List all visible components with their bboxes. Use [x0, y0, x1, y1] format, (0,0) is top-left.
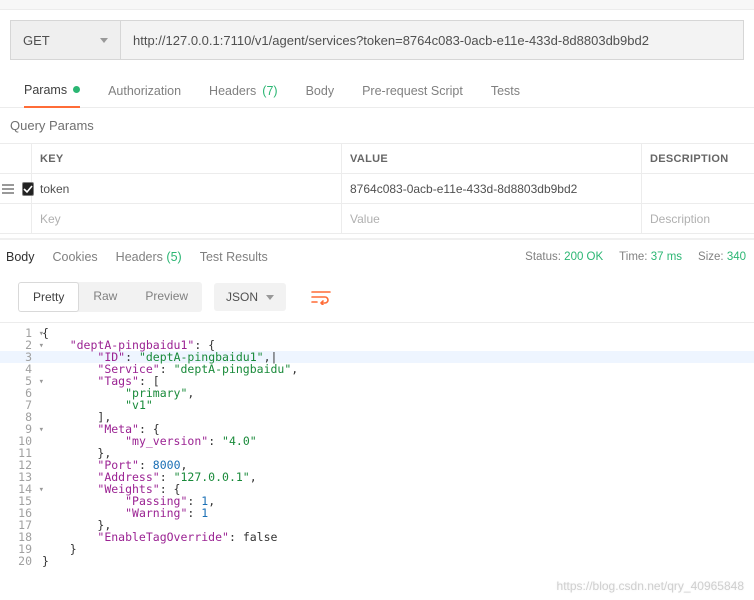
query-params-title: Query Params [0, 108, 754, 143]
row-handle[interactable] [0, 174, 32, 203]
status-block: Status: 200 OK [525, 251, 603, 263]
drag-icon [2, 184, 18, 194]
table-row: token 8764c083-0acb-e11e-433d-8d8803db9b… [0, 174, 754, 204]
watermark: https://blog.csdn.net/qry_40965848 [0, 573, 754, 595]
dot-icon [73, 86, 80, 93]
value-placeholder[interactable]: Value [342, 204, 642, 233]
desc-placeholder[interactable]: Description [642, 204, 754, 233]
url-row: GET [0, 10, 754, 74]
view-preview[interactable]: Preview [131, 282, 202, 312]
tab-tests[interactable]: Tests [491, 74, 520, 108]
code-line: 16 "Warning": 1 [0, 507, 754, 519]
size-value: 340 [727, 251, 746, 263]
resp-headers-count: (5) [166, 250, 181, 264]
table-header: KEY VALUE DESCRIPTION [0, 144, 754, 174]
code-line: 10 "my_version": "4.0" [0, 435, 754, 447]
top-divider [0, 0, 754, 10]
view-controls: Pretty Raw Preview JSON [0, 274, 754, 323]
query-params-table: KEY VALUE DESCRIPTION token 8764c083-0ac… [0, 143, 754, 234]
time-block: Time: 37 ms [619, 251, 682, 263]
tab-authorization[interactable]: Authorization [108, 74, 181, 108]
response-meta: Status: 200 OK Time: 37 ms Size: 340 [525, 251, 746, 263]
view-pretty[interactable]: Pretty [18, 282, 79, 312]
resp-tab-headers[interactable]: Headers (5) [116, 250, 182, 264]
table-row-empty: Key Value Description [0, 204, 754, 234]
code-line: 18 "EnableTagOverride": false [0, 531, 754, 543]
view-raw[interactable]: Raw [79, 282, 131, 312]
status-value: 200 OK [564, 251, 603, 263]
tab-headers[interactable]: Headers (7) [209, 74, 278, 108]
col-desc: DESCRIPTION [642, 144, 754, 173]
col-value: VALUE [342, 144, 642, 173]
key-placeholder[interactable]: Key [32, 204, 342, 233]
row-handle-empty [0, 204, 32, 233]
resp-tab-tests[interactable]: Test Results [200, 250, 268, 264]
chevron-down-icon [100, 38, 108, 43]
request-tabs: Params Authorization Headers (7) Body Pr… [0, 74, 754, 108]
response-tabs: Body Cookies Headers (5) Test Results [6, 250, 268, 264]
tab-prerequest[interactable]: Pre-request Script [362, 74, 463, 108]
resp-tab-cookies[interactable]: Cookies [53, 250, 98, 264]
tab-params[interactable]: Params [24, 74, 80, 108]
value-cell[interactable]: 8764c083-0acb-e11e-433d-8d8803db9bd2 [342, 174, 642, 203]
tab-body[interactable]: Body [306, 74, 335, 108]
col-key: KEY [32, 144, 342, 173]
code-line: 7 "v1" [0, 399, 754, 411]
http-method-label: GET [23, 33, 50, 48]
time-value: 37 ms [651, 251, 682, 263]
format-label: JSON [226, 290, 258, 304]
resp-tab-body[interactable]: Body [6, 250, 35, 264]
response-body-code[interactable]: 1▾{2▾ "deptA-pingbaidu1": {3 "ID": "dept… [0, 323, 754, 573]
wrap-lines-button[interactable] [306, 282, 336, 312]
format-select[interactable]: JSON [214, 283, 286, 311]
http-method-select[interactable]: GET [10, 20, 120, 60]
wrap-icon [311, 289, 331, 305]
desc-cell[interactable] [642, 174, 754, 203]
code-line: 20} [0, 555, 754, 567]
headers-count: (7) [262, 84, 277, 98]
tab-params-label: Params [24, 83, 67, 97]
response-bar: Body Cookies Headers (5) Test Results St… [0, 238, 754, 274]
chevron-down-icon [266, 295, 274, 300]
col-handle [0, 144, 32, 173]
url-input[interactable] [120, 20, 744, 60]
key-cell[interactable]: token [32, 174, 342, 203]
size-block: Size: 340 [698, 251, 746, 263]
code-line: 19 } [0, 543, 754, 555]
view-mode-segmented: Pretty Raw Preview [18, 282, 202, 312]
